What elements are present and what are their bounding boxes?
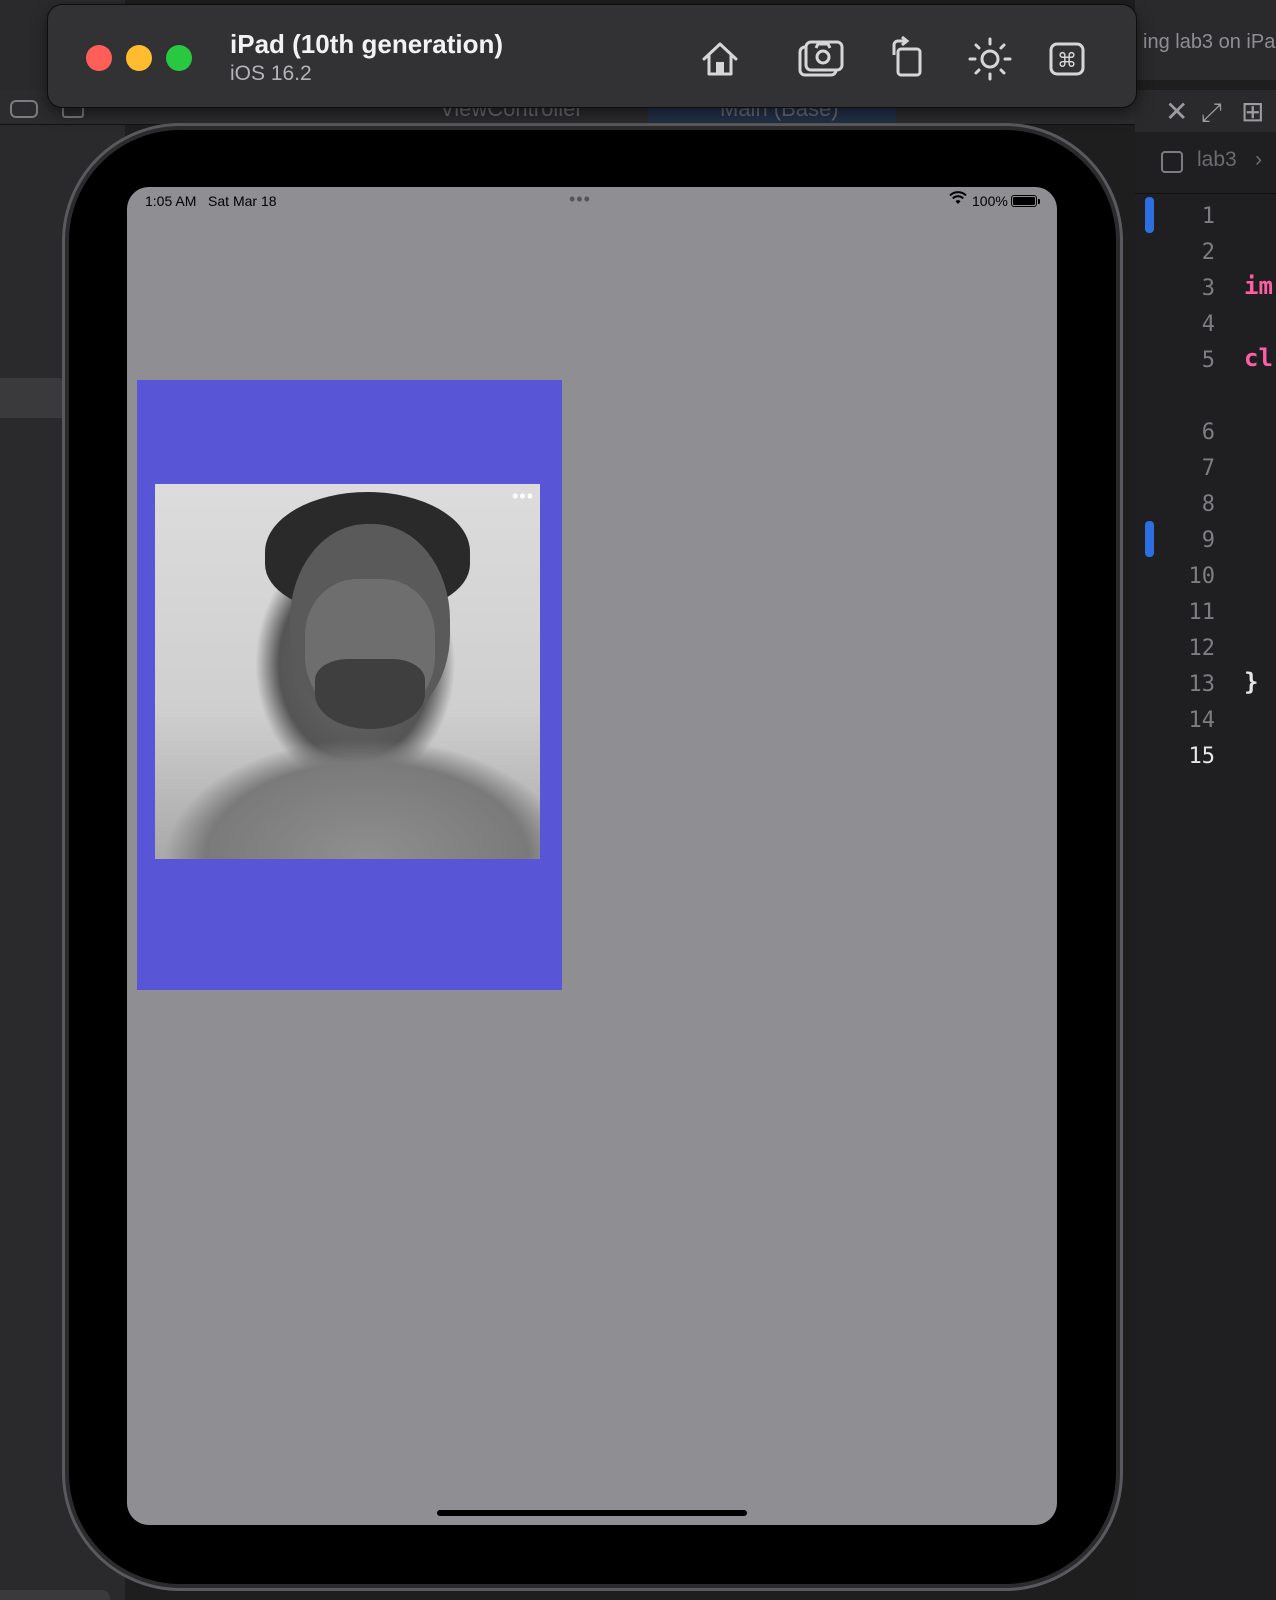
home-icon[interactable] (696, 35, 744, 83)
layout-icon[interactable]: ⊞ (1241, 98, 1264, 126)
line-number: 5 (1201, 348, 1215, 373)
line-number: 9 (1201, 528, 1215, 553)
os-version: iOS 16.2 (230, 62, 312, 85)
code-keyword: im (1244, 272, 1273, 300)
rotate-icon[interactable] (884, 35, 932, 83)
more-icon[interactable]: ••• (512, 486, 534, 507)
home-indicator[interactable] (437, 1510, 747, 1516)
code-keyword: cl (1244, 344, 1273, 372)
xcode-run-status: ing lab3 on iPa (1135, 0, 1276, 80)
line-number: 13 (1188, 672, 1216, 697)
wifi-icon (949, 191, 967, 210)
line-number: 2 (1201, 240, 1215, 265)
xcode-editor-toolbar: ✕ ⤢ ⊞ (1135, 90, 1276, 132)
battery-icon (1011, 195, 1037, 207)
line-number: 1 (1201, 204, 1215, 229)
status-time: 1:05 AM Sat Mar 18 (145, 193, 277, 209)
chevron-right-icon: › (1255, 148, 1262, 171)
breadcrumb: lab3 › (1135, 132, 1276, 194)
svg-text:⌘: ⌘ (1057, 48, 1077, 72)
line-number: 12 (1188, 636, 1216, 661)
battery-tip (1038, 199, 1040, 204)
line-number: 14 (1188, 708, 1216, 733)
ipad-screen[interactable]: 1:05 AM Sat Mar 18 ••• 100% ••• (127, 187, 1057, 1525)
command-icon[interactable]: ⌘ (1044, 35, 1092, 83)
profile-photo[interactable]: ••• (155, 484, 540, 859)
line-number: 3 (1201, 276, 1215, 301)
photo-beard (315, 659, 425, 729)
minimize-window-button[interactable] (126, 45, 152, 71)
multitasking-dots-icon[interactable]: ••• (569, 189, 591, 210)
container-view: ••• (137, 380, 562, 990)
appearance-icon[interactable] (966, 35, 1014, 83)
line-number: 4 (1201, 312, 1215, 337)
close-window-button[interactable] (86, 45, 112, 71)
line-number: 8 (1201, 492, 1215, 517)
project-icon (1161, 151, 1183, 173)
line-number: 11 (1188, 600, 1216, 625)
screenshot-icon[interactable] (796, 35, 844, 83)
code-editor[interactable] (1135, 194, 1276, 1600)
navigator-selected-row[interactable] (0, 378, 62, 418)
device-name: iPad (10th generation) (230, 29, 504, 59)
expand-icon[interactable]: ⤢ (1201, 98, 1222, 126)
close-icon[interactable]: ✕ (1165, 98, 1188, 126)
line-number: 7 (1201, 456, 1215, 481)
zoom-window-button[interactable] (166, 45, 192, 71)
breadcrumb-project[interactable]: lab3 (1197, 148, 1237, 172)
navigator-footer (0, 1590, 110, 1600)
simulator-titlebar: iPad (10th generation) iOS 16.2 ⌘ (48, 5, 1136, 107)
line-number-current: 15 (1188, 744, 1216, 769)
line-number: 6 (1201, 420, 1215, 445)
tag-icon[interactable] (10, 100, 38, 118)
code-brace: } (1244, 668, 1259, 696)
battery-percentage: 100% (972, 193, 1008, 209)
line-number: 10 (1188, 564, 1216, 589)
